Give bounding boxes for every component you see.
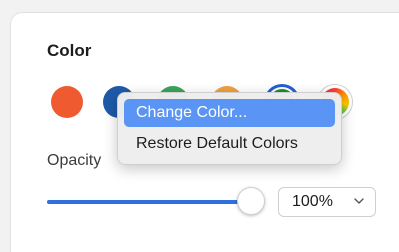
opacity-label: Opacity: [47, 152, 102, 169]
menu-item-restore-default-colors[interactable]: Restore Default Colors: [124, 130, 335, 158]
context-menu: Change Color... Restore Default Colors: [117, 92, 342, 165]
chevron-down-icon: [354, 198, 364, 204]
color-section-title: Color: [47, 41, 92, 60]
opacity-slider-fill: [47, 200, 252, 204]
color-swatch-red[interactable]: [51, 86, 83, 118]
opacity-slider-thumb[interactable]: [237, 187, 265, 215]
opacity-select[interactable]: 100%: [278, 187, 376, 217]
menu-item-change-color[interactable]: Change Color...: [124, 99, 335, 127]
opacity-select-value: 100%: [292, 193, 333, 210]
opacity-slider-track[interactable]: [47, 200, 252, 204]
